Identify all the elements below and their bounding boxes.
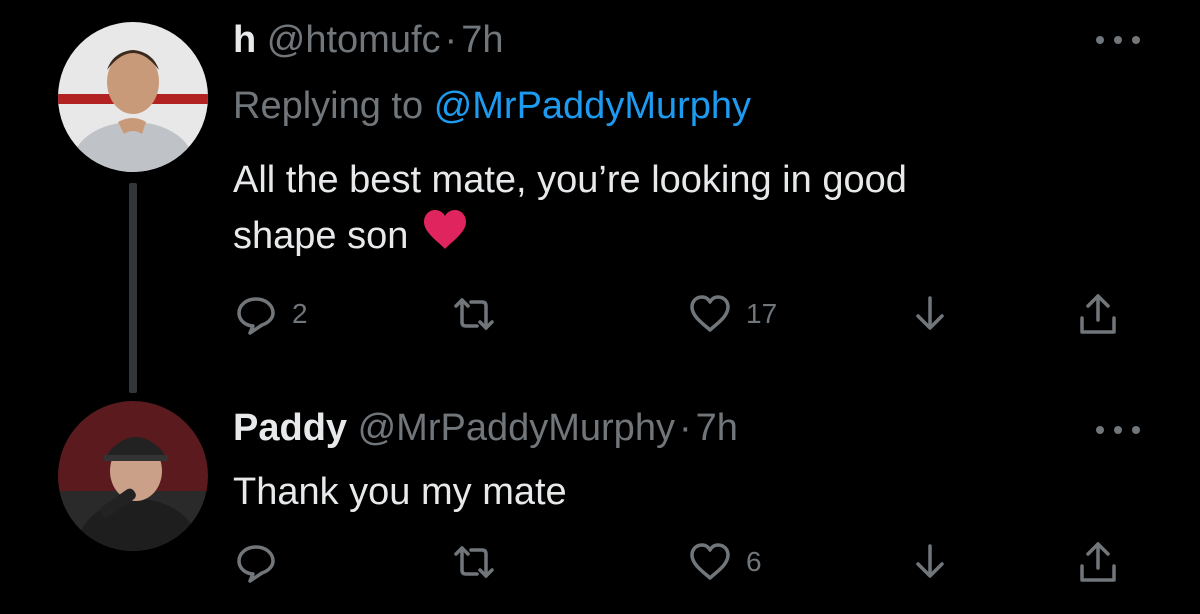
- tweet-header: Paddy @MrPaddyMurphy · 7h: [233, 406, 738, 450]
- retweet-button[interactable]: [452, 532, 510, 592]
- tweet-text: Thank you my mate: [233, 464, 1083, 520]
- more-dots-icon: [1096, 426, 1104, 434]
- avatar-image: [58, 401, 208, 551]
- separator: ·: [678, 407, 692, 449]
- reply-count: 2: [292, 298, 308, 329]
- tweet-actions: 6: [0, 532, 1200, 592]
- more-dot: [1132, 426, 1140, 434]
- retweet-icon: [454, 546, 494, 578]
- timestamp[interactable]: 7h: [461, 19, 503, 61]
- speech-bubble-icon: [237, 545, 275, 583]
- separator: ·: [444, 19, 458, 61]
- retweet-icon: [454, 298, 494, 330]
- avatar-htomufc[interactable]: [58, 22, 208, 172]
- more-dot: [1132, 36, 1140, 44]
- reply-button[interactable]: 2: [234, 284, 308, 344]
- avatar-image: [58, 22, 208, 172]
- tweet-text-line: shape son: [233, 215, 409, 257]
- tweet-actions: 2 17: [0, 284, 1200, 344]
- more-options-button[interactable]: [1096, 420, 1140, 440]
- tweet-header: h @htomufc · 7h: [233, 18, 503, 62]
- download-button[interactable]: [908, 284, 952, 344]
- share-icon: [1080, 294, 1116, 334]
- tweet-text-line: Thank you my mate: [233, 471, 567, 513]
- replying-prefix: Replying to: [233, 85, 424, 127]
- share-button[interactable]: [1076, 284, 1120, 344]
- more-options-button[interactable]: [1096, 30, 1140, 50]
- share-icon: [1080, 542, 1116, 582]
- handle[interactable]: @htomufc: [267, 19, 441, 61]
- more-dots-icon: [1096, 36, 1104, 44]
- like-count: 17: [746, 298, 778, 329]
- arrow-down-icon: [916, 296, 944, 330]
- tweet-text: All the best mate, you’re looking in goo…: [233, 152, 1083, 267]
- heart-outline-icon: [690, 543, 730, 580]
- replying-to: Replying to @MrPaddyMurphy: [233, 84, 751, 128]
- red-heart-icon: [422, 209, 468, 267]
- like-button[interactable]: 6: [688, 532, 762, 592]
- retweet-button[interactable]: [452, 284, 510, 344]
- heart-outline-icon: [690, 295, 730, 332]
- more-dot: [1114, 36, 1122, 44]
- tweet-htomufc[interactable]: h @htomufc · 7h Replying to @MrPaddyMurphy…: [0, 0, 1200, 393]
- tweet-text-line: All the best mate, you’re looking in goo…: [233, 159, 907, 201]
- like-button[interactable]: 17: [688, 284, 777, 344]
- download-button[interactable]: [908, 532, 952, 592]
- share-button[interactable]: [1076, 532, 1120, 592]
- avatar-mrpaddymurphy[interactable]: [58, 401, 208, 551]
- tweet-mrpaddymurphy[interactable]: Paddy @MrPaddyMurphy · 7h Thank you my mat…: [0, 380, 1200, 614]
- mention-link[interactable]: @MrPaddyMurphy: [434, 85, 751, 127]
- arrow-down-icon: [916, 544, 944, 578]
- display-name[interactable]: Paddy: [233, 407, 347, 449]
- timestamp[interactable]: 7h: [696, 407, 738, 449]
- like-count: 6: [746, 546, 762, 577]
- handle[interactable]: @MrPaddyMurphy: [358, 407, 675, 449]
- speech-bubble-icon: [237, 297, 275, 335]
- display-name[interactable]: h: [233, 19, 256, 61]
- more-dot: [1114, 426, 1122, 434]
- reply-button[interactable]: [234, 532, 292, 592]
